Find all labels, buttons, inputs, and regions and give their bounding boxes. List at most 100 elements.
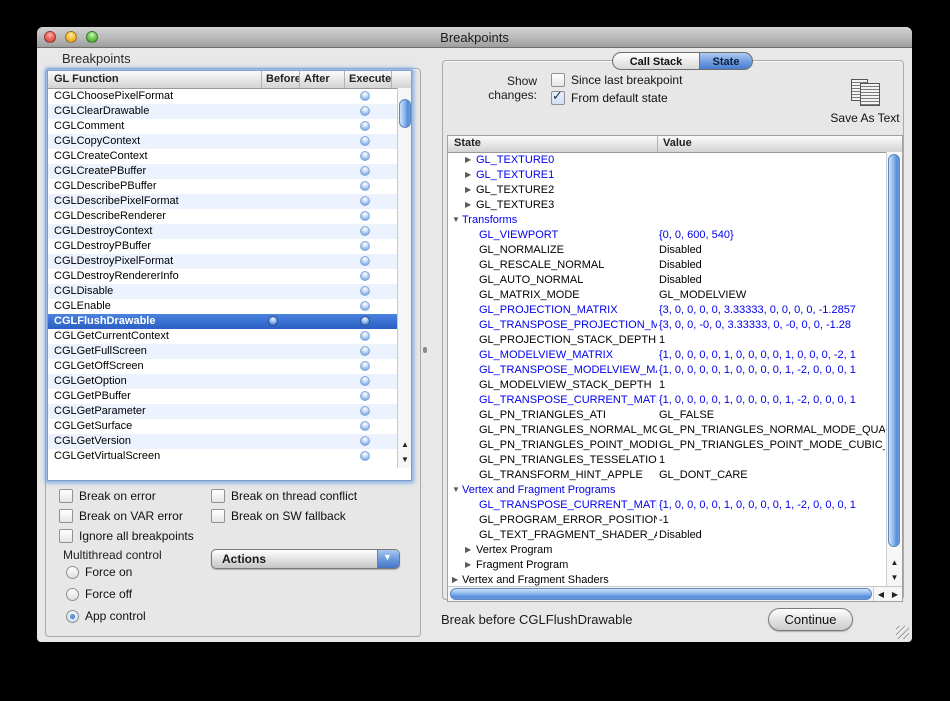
disclosure-expanded-icon[interactable]: ▼ [452, 485, 460, 494]
state-table-horizontal-scrollbar[interactable]: ◀ ▶ [448, 586, 902, 602]
gl-function-row[interactable]: CGLFlushDrawable [48, 314, 397, 329]
checkbox-break-on-error[interactable]: ✓ Break on error [59, 489, 156, 503]
gl-function-row[interactable]: CGLGetFullScreen [48, 344, 397, 359]
state-row[interactable]: GL_PROJECTION_STACK_DEPTH1 [448, 333, 887, 348]
state-row[interactable]: ▶GL_TEXTURE1 [448, 168, 887, 183]
continue-button[interactable]: Continue [768, 608, 853, 631]
breakpoint-execute-sphere-icon[interactable] [360, 436, 370, 446]
scrollbar-thumb[interactable] [888, 154, 900, 547]
breakpoint-execute-sphere-icon[interactable] [360, 406, 370, 416]
state-row[interactable]: GL_RESCALE_NORMALDisabled [448, 258, 887, 273]
checkbox-box[interactable]: ✓ [59, 509, 73, 523]
breakpoint-execute-sphere-icon[interactable] [360, 451, 370, 461]
breakpoint-execute-sphere-icon[interactable] [360, 361, 370, 371]
disclosure-expanded-icon[interactable]: ▼ [452, 215, 460, 224]
state-row[interactable]: ▶Vertex Program [448, 543, 887, 558]
breakpoint-before-sphere-icon[interactable] [268, 316, 278, 326]
breakpoint-execute-sphere-icon[interactable] [360, 226, 370, 236]
gl-function-row[interactable]: CGLDestroyPixelFormat [48, 254, 397, 269]
gl-function-row[interactable]: CGLCopyContext [48, 134, 397, 149]
gl-function-row[interactable]: CGLDestroyRendererInfo [48, 269, 397, 284]
breakpoint-execute-sphere-icon[interactable] [360, 136, 370, 146]
radio-app-control[interactable]: App control [66, 609, 146, 623]
checkbox-box[interactable]: ✓ [59, 489, 73, 503]
radio-force-on[interactable]: Force on [66, 565, 132, 579]
checkbox-break-on-sw-fallback[interactable]: ✓ Break on SW fallback [211, 509, 346, 523]
breakpoint-execute-sphere-icon[interactable] [360, 421, 370, 431]
breakpoint-execute-sphere-icon[interactable] [360, 256, 370, 266]
breakpoint-execute-sphere-icon[interactable] [360, 166, 370, 176]
gl-function-row[interactable]: CGLDescribePixelFormat [48, 194, 397, 209]
state-row[interactable]: GL_NORMALIZEDisabled [448, 243, 887, 258]
disclosure-collapsed-icon[interactable]: ▶ [465, 545, 471, 554]
state-row[interactable]: GL_PN_TRIANGLES_TESSELATION_1 [448, 453, 887, 468]
breakpoint-execute-sphere-icon[interactable] [360, 121, 370, 131]
breakpoint-execute-sphere-icon[interactable] [360, 196, 370, 206]
state-row[interactable]: ▶GL_TEXTURE0 [448, 153, 887, 168]
state-row[interactable]: GL_TRANSPOSE_PROJECTION_MAT{3, 0, 0, -0,… [448, 318, 887, 333]
checkbox-box[interactable]: ✓ [211, 509, 225, 523]
state-row[interactable]: GL_MATRIX_MODEGL_MODELVIEW [448, 288, 887, 303]
splitter-dimple[interactable] [423, 347, 427, 353]
state-row[interactable]: GL_MODELVIEW_STACK_DEPTH1 [448, 378, 887, 393]
radio-button[interactable] [66, 588, 79, 601]
gl-function-row[interactable]: CGLDescribeRenderer [48, 209, 397, 224]
tab-call-stack[interactable]: Call Stack [612, 52, 700, 70]
gl-function-row[interactable]: CGLGetOffScreen [48, 359, 397, 374]
gl-function-row[interactable]: CGLCreateContext [48, 149, 397, 164]
breakpoint-execute-sphere-icon[interactable] [360, 316, 370, 326]
state-row[interactable]: GL_PN_TRIANGLES_POINT_MODE_GL_PN_TRIANGL… [448, 438, 887, 453]
checkbox-break-on-thread-conflict[interactable]: ✓ Break on thread conflict [211, 489, 357, 503]
state-row[interactable]: GL_PROJECTION_MATRIX{3, 0, 0, 0, 0, 3.33… [448, 303, 887, 318]
column-header-execute[interactable]: Execute [345, 71, 392, 88]
disclosure-collapsed-icon[interactable]: ▶ [465, 560, 471, 569]
disclosure-collapsed-icon[interactable]: ▶ [465, 185, 471, 194]
breakpoint-execute-sphere-icon[interactable] [360, 271, 370, 281]
checkbox-from-default-state[interactable]: ✓ From default state [551, 91, 668, 105]
actions-popup-button[interactable]: Actions ▼ [211, 549, 400, 569]
scroll-down-arrow-icon[interactable]: ▼ [398, 452, 412, 467]
checkbox-box[interactable]: ✓ [551, 73, 565, 87]
scroll-left-arrow-icon[interactable]: ◀ [874, 587, 888, 602]
gl-function-row[interactable]: CGLDestroyPBuffer [48, 239, 397, 254]
gl-function-row[interactable]: CGLComment [48, 119, 397, 134]
state-row[interactable]: GL_PN_TRIANGLES_ATIGL_FALSE [448, 408, 887, 423]
breakpoint-execute-sphere-icon[interactable] [360, 91, 370, 101]
gl-function-table[interactable]: GL Function Before After Execute CGLChoo… [47, 70, 412, 481]
checkbox-box[interactable]: ✓ [211, 489, 225, 503]
checkbox-ignore-all-breakpoints[interactable]: ✓ Ignore all breakpoints [59, 529, 194, 543]
state-table-vertical-scrollbar[interactable]: ▲ ▼ [886, 152, 902, 586]
state-row[interactable]: GL_PROGRAM_ERROR_POSITION_A-1 [448, 513, 887, 528]
breakpoint-execute-sphere-icon[interactable] [360, 241, 370, 251]
state-row[interactable]: GL_TRANSPOSE_CURRENT_MATRI{1, 0, 0, 0, 0… [448, 393, 887, 408]
tab-state[interactable]: State [700, 52, 753, 70]
gl-function-row[interactable]: CGLGetSurface [48, 419, 397, 434]
radio-force-off[interactable]: Force off [66, 587, 132, 601]
gl-function-row[interactable]: CGLChoosePixelFormat [48, 89, 397, 104]
radio-button[interactable] [66, 566, 79, 579]
disclosure-collapsed-icon[interactable]: ▶ [465, 155, 471, 164]
gl-function-row[interactable]: CGLGetParameter [48, 404, 397, 419]
disclosure-collapsed-icon[interactable]: ▶ [465, 200, 471, 209]
column-header-before[interactable]: Before [262, 71, 300, 88]
column-divider[interactable] [657, 136, 658, 152]
breakpoint-execute-sphere-icon[interactable] [360, 301, 370, 311]
state-row[interactable]: ▶GL_TEXTURE3 [448, 198, 887, 213]
state-row[interactable]: ▶Fragment Program [448, 558, 887, 573]
breakpoint-execute-sphere-icon[interactable] [360, 376, 370, 386]
state-row[interactable]: ▼Transforms [448, 213, 887, 228]
breakpoint-execute-sphere-icon[interactable] [360, 346, 370, 356]
checkbox-since-last-breakpoint[interactable]: ✓ Since last breakpoint [551, 73, 682, 87]
breakpoint-execute-sphere-icon[interactable] [360, 181, 370, 191]
scroll-up-arrow-icon[interactable]: ▲ [398, 437, 412, 452]
gl-function-row[interactable]: CGLEnable [48, 299, 397, 314]
resize-grip[interactable] [896, 626, 909, 639]
state-row[interactable]: GL_TRANSFORM_HINT_APPLEGL_DONT_CARE [448, 468, 887, 483]
scroll-up-arrow-icon[interactable]: ▲ [887, 555, 902, 570]
state-row[interactable]: GL_TRANSPOSE_CURRENT_MATRI{1, 0, 0, 0, 0… [448, 498, 887, 513]
gl-function-row[interactable]: CGLGetPBuffer [48, 389, 397, 404]
gl-function-row[interactable]: CGLCreatePBuffer [48, 164, 397, 179]
breakpoint-execute-sphere-icon[interactable] [360, 331, 370, 341]
gl-function-row[interactable]: CGLClearDrawable [48, 104, 397, 119]
breakpoint-execute-sphere-icon[interactable] [360, 151, 370, 161]
